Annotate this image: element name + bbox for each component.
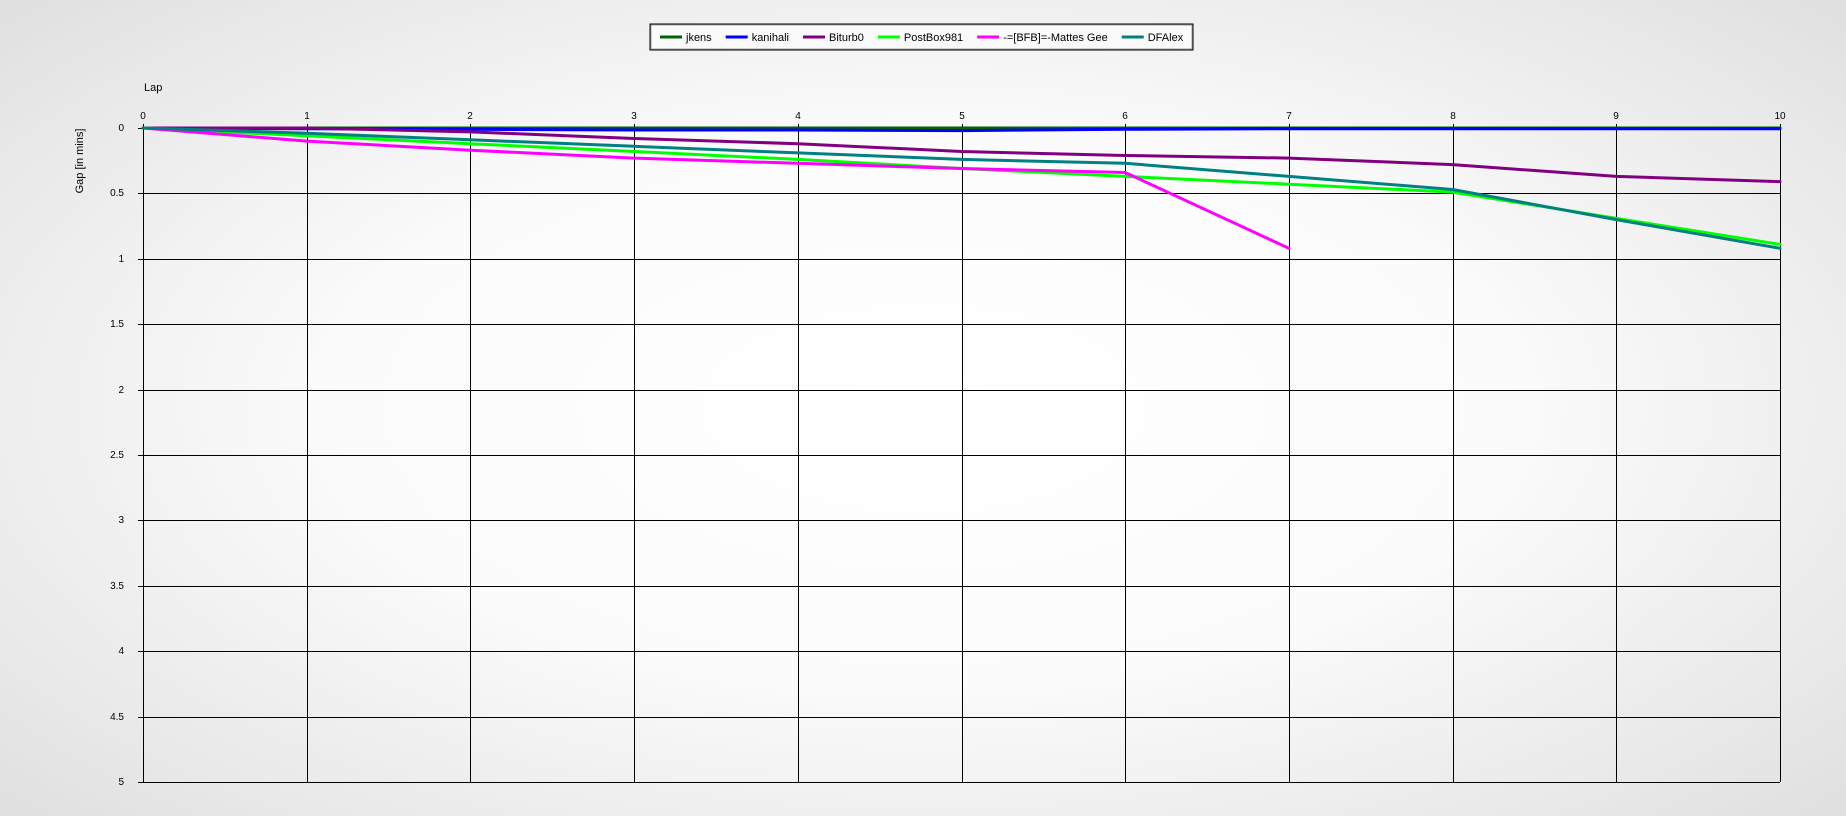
x-tick-label: 10 — [1774, 111, 1786, 122]
legend-label: kanihali — [752, 32, 789, 44]
y-tick-label: 1.5 — [110, 319, 124, 330]
y-tick-label: 2.5 — [110, 450, 124, 461]
grid — [138, 124, 1781, 783]
x-tick-label: 3 — [631, 111, 637, 122]
legend-label: PostBox981 — [904, 32, 963, 44]
tick-labels: 0 1 2 3 4 5 6 7 8 9 10 0 0.5 1 1.5 2 2.5 3 3.5 4 4.5 5 — [110, 111, 1786, 788]
series-lines — [141, 126, 1782, 250]
y-tick-label: 5 — [118, 777, 124, 788]
y-tick-label: 4.5 — [110, 712, 124, 723]
x-tick-label: 9 — [1613, 111, 1619, 122]
y-tick-label: 3.5 — [110, 581, 124, 592]
x-tick-label: 4 — [795, 111, 801, 122]
y-tick-label: 2 — [118, 385, 124, 396]
gap-line-chart: jkens kanihali Biturb0 PostBox981 -=[BFB]=-M… — [74, 23, 1786, 788]
legend-label: DFAlex — [1148, 32, 1184, 44]
x-tick-label: 6 — [1122, 111, 1128, 122]
x-axis-title: Lap — [144, 82, 162, 94]
legend-label: jkens — [685, 32, 712, 44]
y-tick-label: 0 — [118, 123, 124, 134]
y-axis-title: Gap [in mins] — [74, 129, 86, 194]
y-tick-label: 0.5 — [110, 188, 124, 199]
legend: jkens kanihali Biturb0 PostBox981 -=[BFB]=-M… — [649, 23, 1194, 51]
x-tick-label: 1 — [304, 111, 310, 122]
x-tick-label: 7 — [1286, 111, 1292, 122]
legend-label: Biturb0 — [829, 32, 864, 44]
y-tick-label: 1 — [118, 254, 124, 265]
x-tick-label: 5 — [959, 111, 965, 122]
x-tick-label: 0 — [140, 111, 146, 122]
y-tick-label: 4 — [118, 646, 124, 657]
x-tick-label: 2 — [467, 111, 473, 122]
x-tick-label: 8 — [1450, 111, 1456, 122]
series-line-4 — [141, 126, 1291, 250]
y-tick-label: 3 — [118, 515, 124, 526]
legend-label: -=[BFB]=-Mattes Gee — [1003, 32, 1108, 44]
